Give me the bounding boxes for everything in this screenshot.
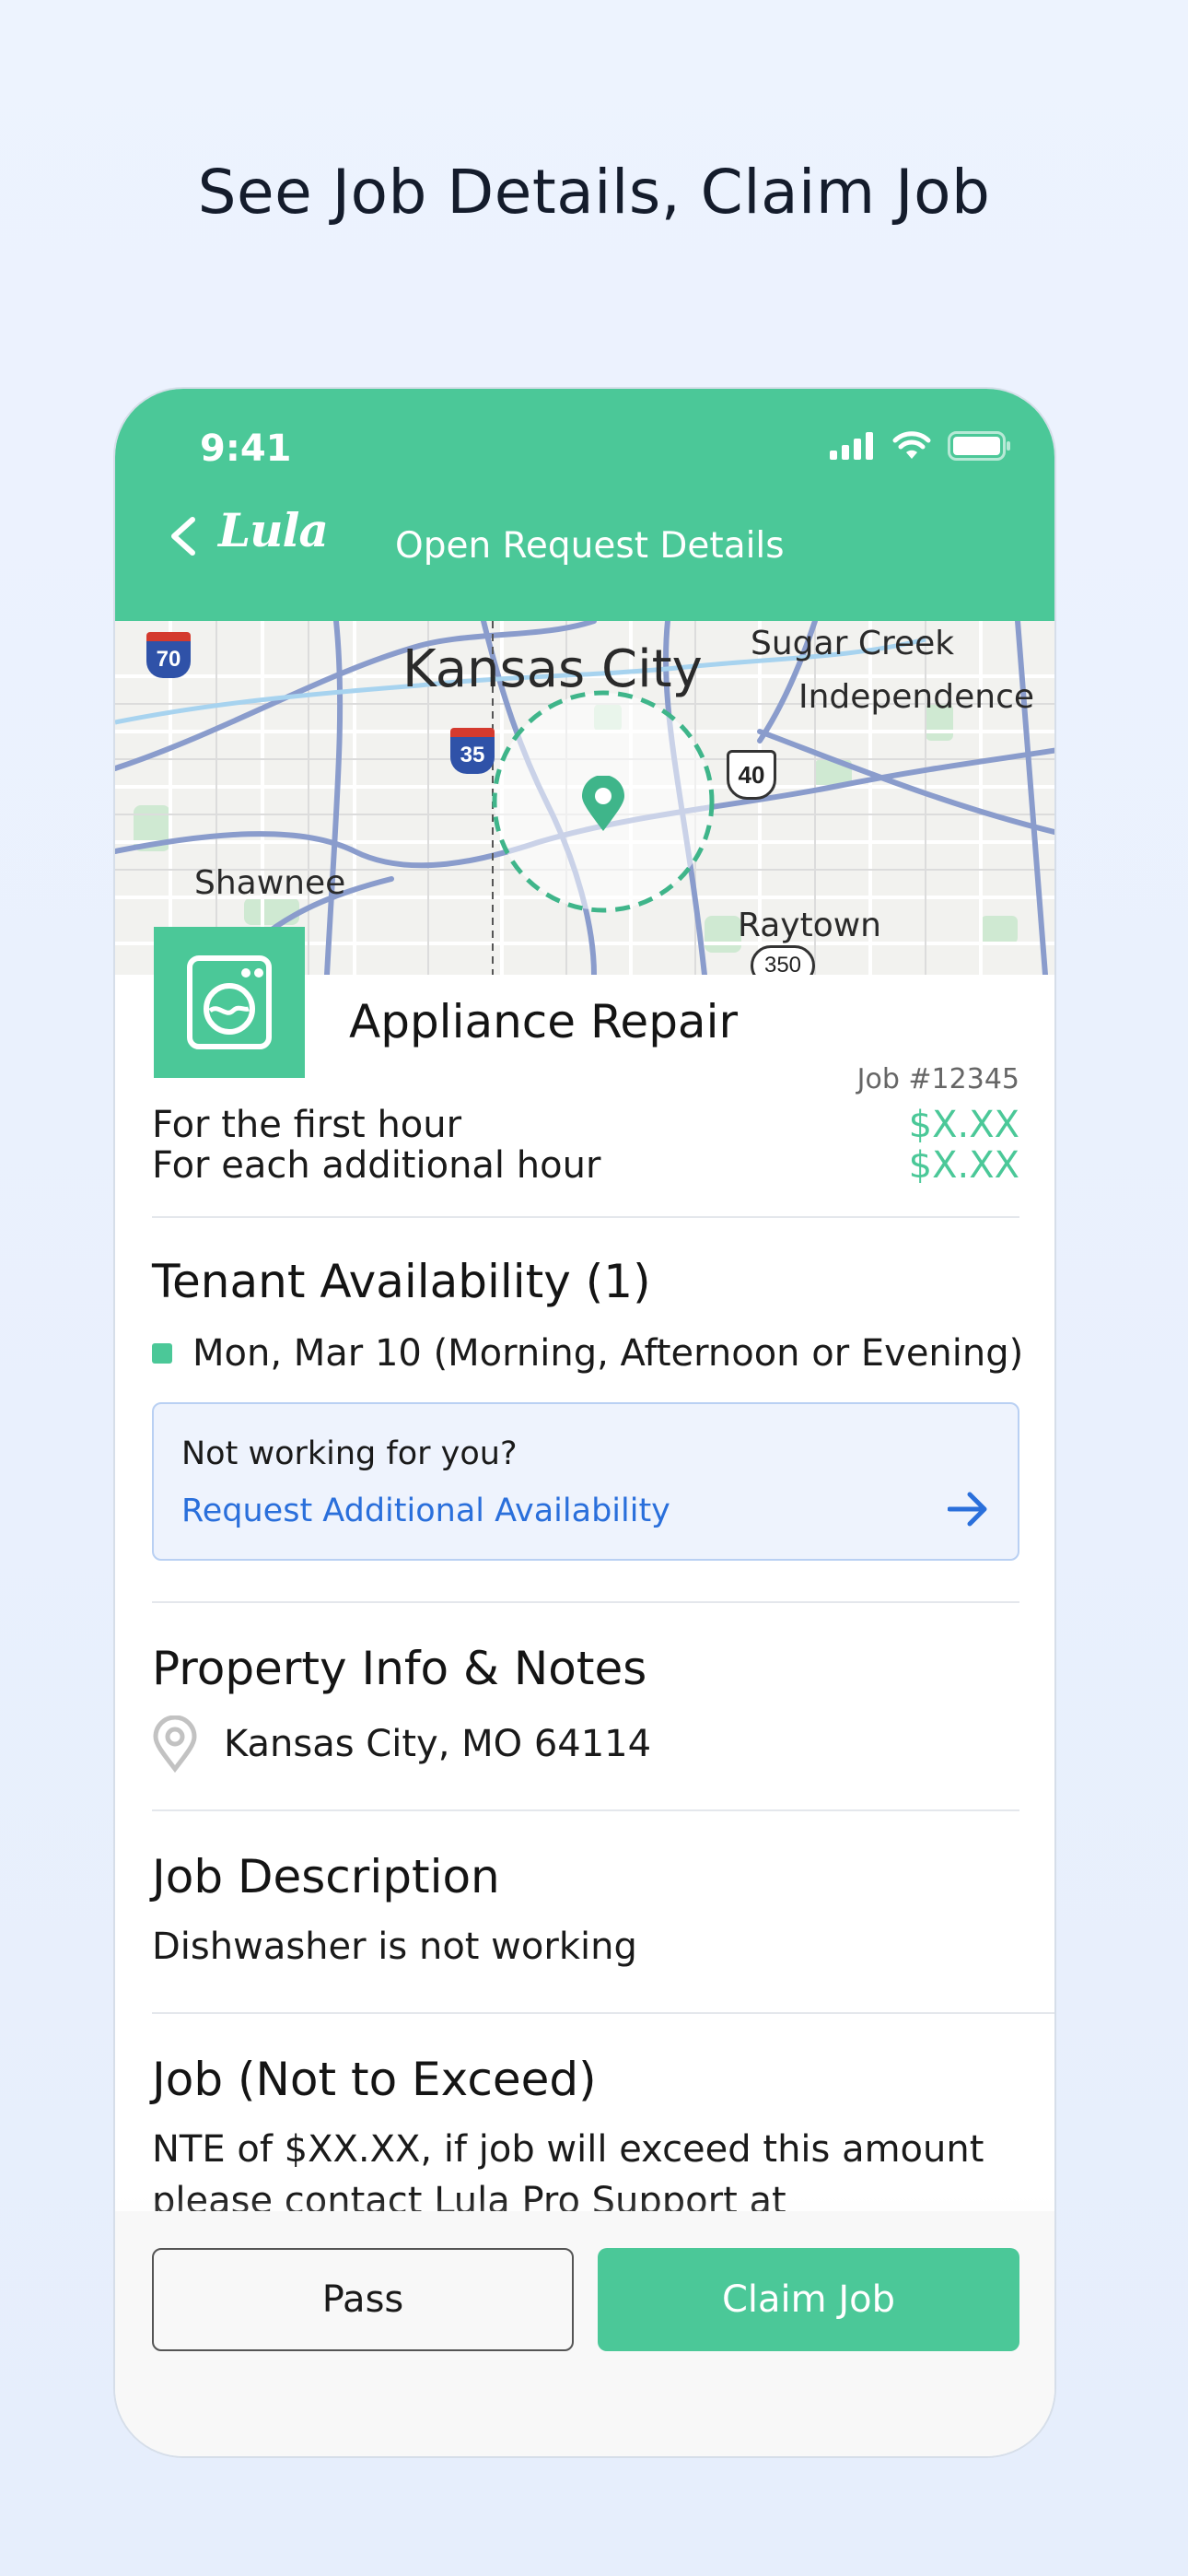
rate-label: For each additional hour	[152, 1144, 601, 1187]
interstate-70-shield-icon: 70	[146, 632, 191, 678]
us-40-shield-number: 40	[738, 760, 765, 789]
status-icons	[830, 431, 1012, 461]
request-availability-card[interactable]: Not working for you? Request Additional …	[152, 1402, 1019, 1561]
us-40-shield-icon: 40	[727, 750, 776, 800]
property-address: Kansas City, MO 64114	[224, 1723, 652, 1765]
availability-title: Tenant Availability (1)	[152, 1255, 651, 1308]
pass-button[interactable]: Pass	[152, 2248, 574, 2351]
nte-title: Job (Not to Exceed)	[152, 2053, 597, 2106]
job-description-text: Dishwasher is not working	[152, 1926, 637, 1968]
action-bar: Pass Claim Job	[115, 2211, 1054, 2456]
arrow-right-icon[interactable]	[948, 1491, 990, 1528]
map-label-kansas-city: Kansas City	[402, 639, 703, 699]
phone-frame: 9:41 Lula Open Request Details Kansas Ci…	[113, 387, 1056, 2458]
map-label-independence: Independence	[798, 678, 1035, 716]
divider	[152, 1809, 1019, 1811]
nav-title: Open Request Details	[395, 525, 785, 567]
request-prompt: Not working for you?	[181, 1435, 518, 1472]
interstate-35-shield-icon: 35	[450, 728, 495, 774]
divider	[152, 2012, 1054, 2014]
app-header: 9:41 Lula Open Request Details	[115, 389, 1054, 621]
availability-slot: Mon, Mar 10 (Morning, Afternoon or Eveni…	[152, 1332, 1023, 1375]
availability-bullet	[152, 1343, 172, 1364]
appliance-service-icon	[154, 927, 305, 1078]
route-350-shield-number: 350	[763, 953, 802, 975]
rate-label: For the first hour	[152, 1104, 462, 1146]
divider	[152, 1216, 1019, 1218]
rate-row-first-hour: For the first hour $X.XX	[152, 1104, 1019, 1146]
map-label-sugar-creek: Sugar Creek	[751, 625, 955, 662]
lula-logo: Lula	[218, 503, 329, 557]
property-address-row: Kansas City, MO 64114	[152, 1715, 651, 1773]
property-title: Property Info & Notes	[152, 1642, 647, 1695]
claim-job-button[interactable]: Claim Job	[598, 2248, 1019, 2351]
interstate-70-shield-number: 70	[156, 647, 181, 672]
battery-icon	[948, 431, 1010, 461]
map-label-shawnee: Shawnee	[194, 864, 346, 902]
rate-price: $X.XX	[908, 1104, 1019, 1146]
cellular-signal-icon	[830, 432, 873, 460]
job-number: Job #12345	[856, 1063, 1019, 1095]
wifi-icon	[892, 431, 931, 459]
service-title: Appliance Repair	[349, 995, 739, 1048]
divider	[152, 1601, 1019, 1603]
interstate-35-shield-number: 35	[460, 743, 485, 767]
route-350-shield-icon: 350	[751, 945, 815, 975]
washing-machine-icon	[187, 955, 272, 1049]
location-pin-icon	[582, 776, 624, 831]
nte-text-line-1: NTE of $XX.XX, if job will exceed this a…	[152, 2128, 984, 2171]
status-time: 9:41	[200, 427, 292, 470]
request-additional-availability-link[interactable]: Request Additional Availability	[181, 1493, 670, 1529]
rate-row-additional-hour: For each additional hour $X.XX	[152, 1144, 1019, 1187]
job-description-title: Job Description	[152, 1850, 500, 1903]
map-label-raytown: Raytown	[738, 907, 881, 944]
page-headline: See Job Details, Claim Job	[197, 157, 991, 228]
rate-price: $X.XX	[908, 1144, 1019, 1187]
availability-slot-text: Mon, Mar 10 (Morning, Afternoon or Eveni…	[192, 1332, 1024, 1375]
job-location-map[interactable]: Kansas City Sugar Creek Independence Sha…	[115, 621, 1054, 975]
map-pin-outline-icon	[153, 1715, 197, 1773]
back-chevron-icon[interactable]	[163, 514, 204, 558]
